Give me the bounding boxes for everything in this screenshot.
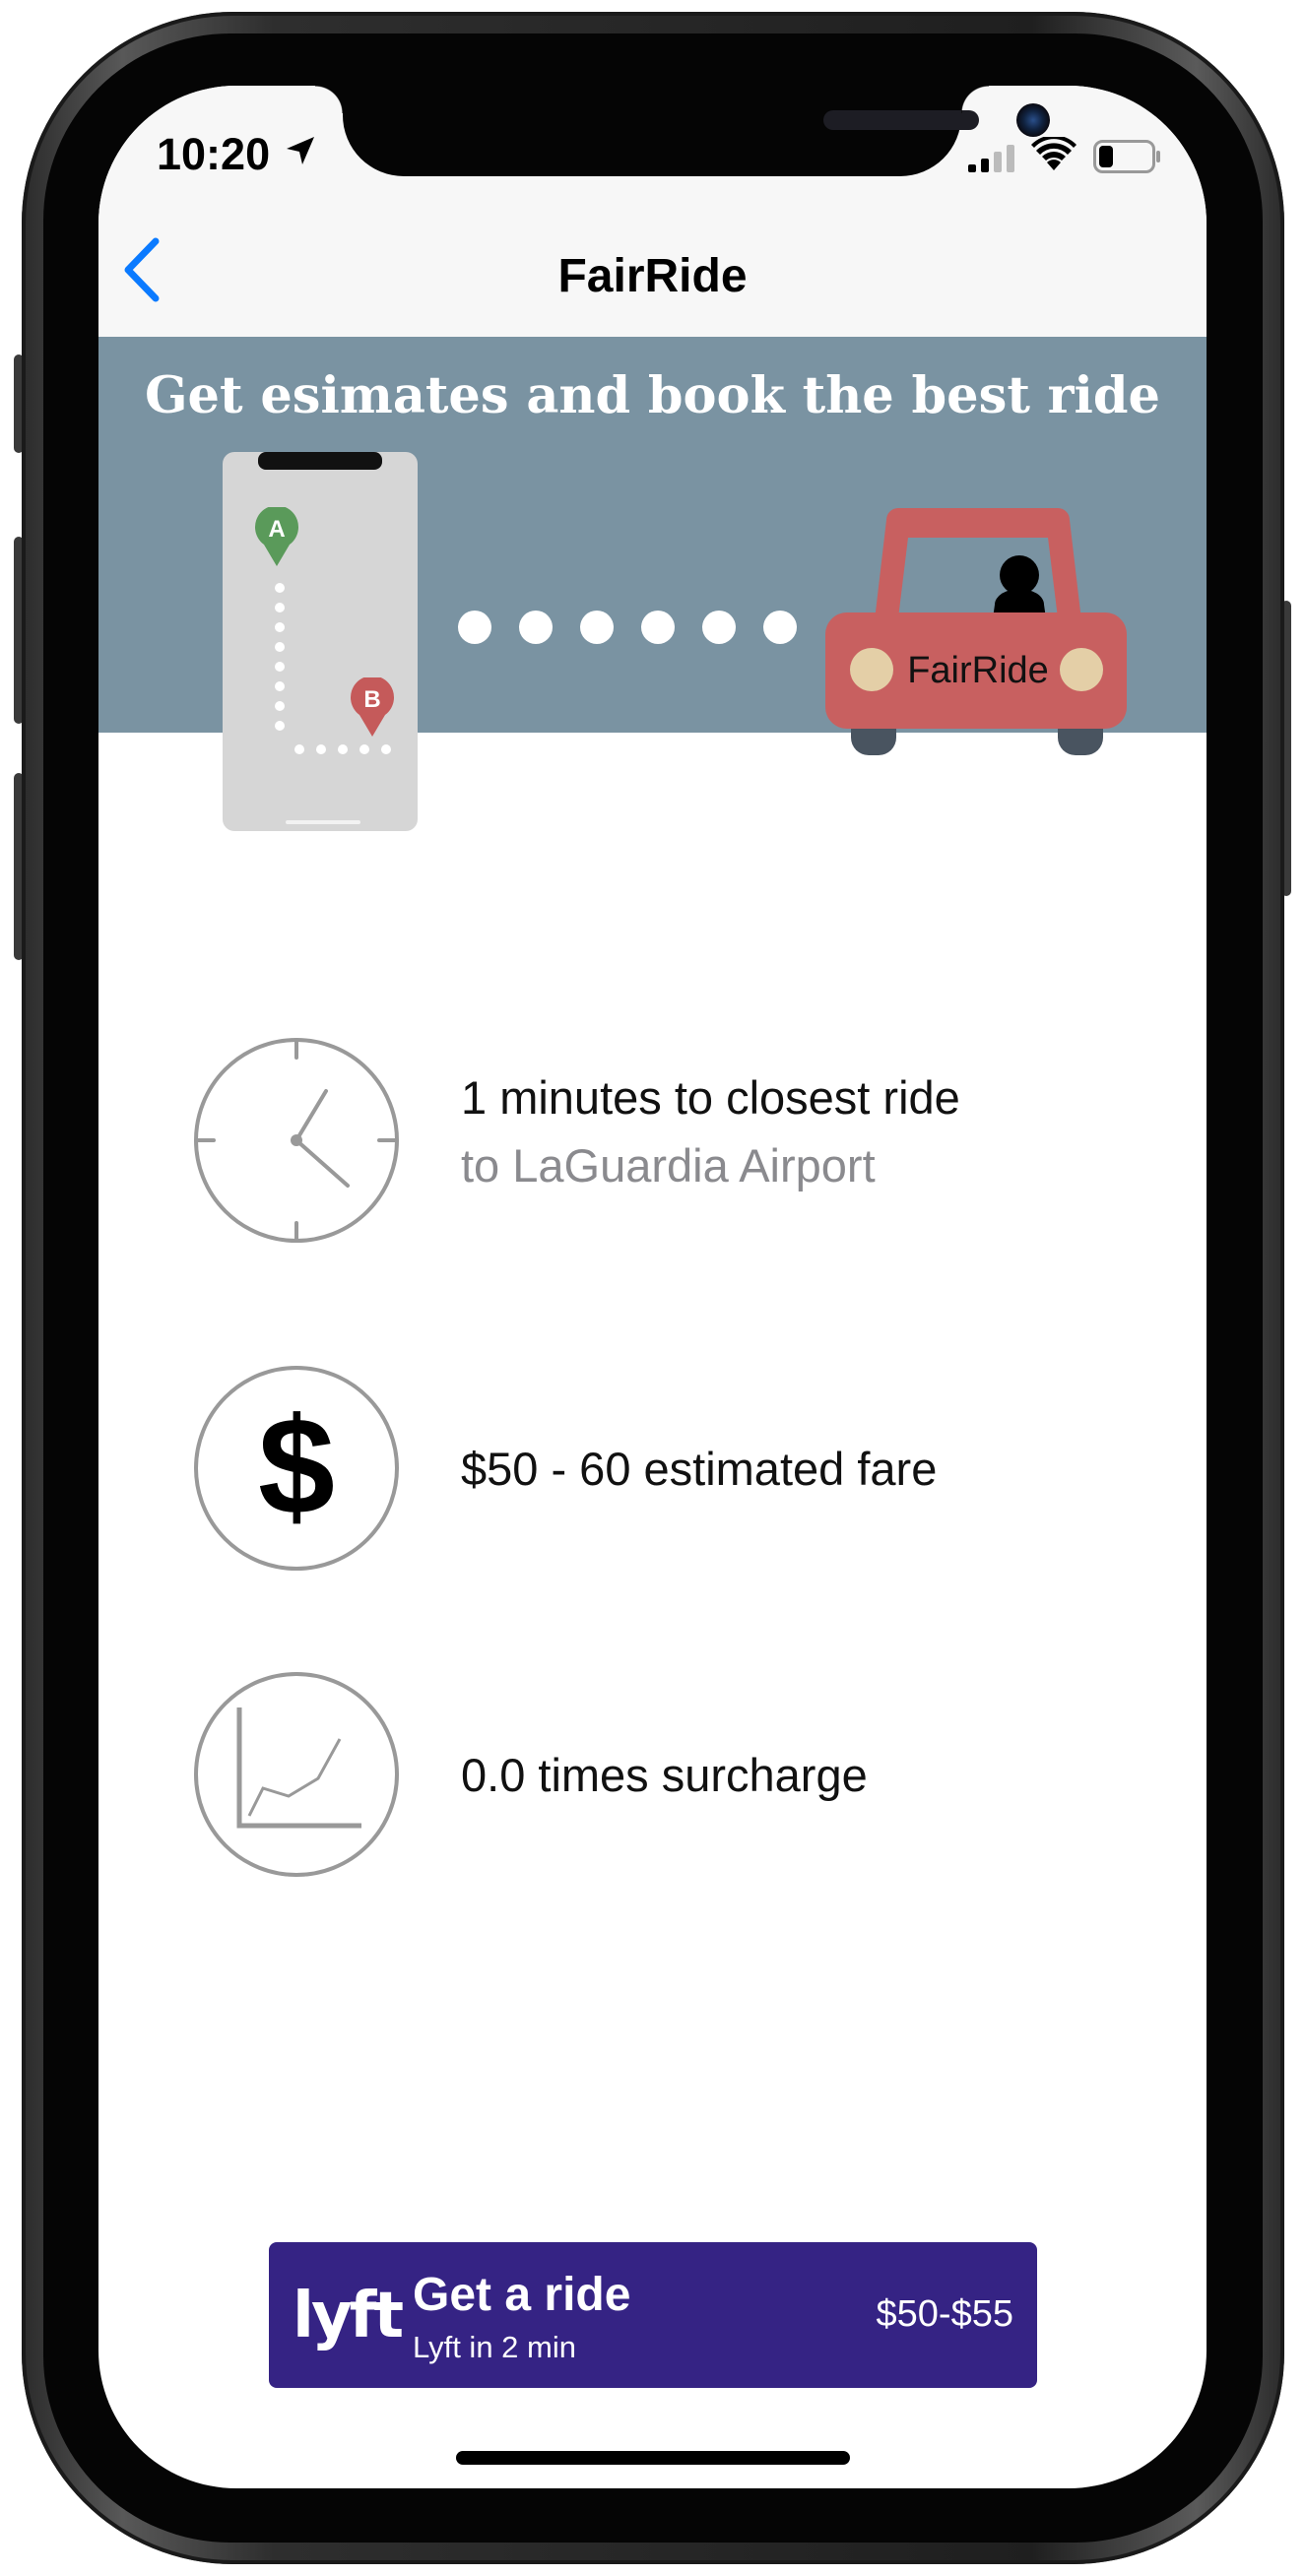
trend-chart-icon [194, 1672, 399, 1877]
home-indicator[interactable] [456, 2451, 850, 2465]
svg-text:$: $ [258, 1388, 335, 1543]
banner-title: Get esimates and book the best ride [145, 366, 1160, 425]
front-camera [1016, 103, 1050, 137]
location-arrow-icon [287, 137, 314, 164]
lyft-logo: lyft [293, 2280, 404, 2352]
battery-icon [1093, 140, 1160, 173]
earpiece-speaker [823, 110, 979, 130]
notch [315, 86, 1050, 176]
route-phone-illustration [223, 452, 418, 831]
car-label: FairRide [907, 650, 1049, 691]
pin-a-label: A [268, 516, 286, 543]
destination-text: to LaGuardia Airport [461, 1139, 876, 1191]
car-icon [825, 508, 1127, 755]
route-dots [458, 611, 797, 644]
closest-ride-text: 1 minutes to closest ride [461, 1071, 960, 1124]
fare-estimate-text: $50 - 60 estimated fare [461, 1443, 938, 1495]
page-title: FairRide [557, 250, 748, 302]
wifi-icon [1031, 137, 1077, 170]
cellular-signal-icon [968, 145, 1014, 172]
navigation-bar: FairRide [98, 204, 1207, 337]
lyft-get-ride-button[interactable]: lyft Get a ride Lyft in 2 min $50-$55 [269, 2242, 1037, 2388]
pin-b-label: B [363, 686, 381, 713]
hero-banner: Get esimates and book the best ride A B [98, 337, 1207, 831]
lyft-price: $50-$55 [876, 2293, 1013, 2335]
status-time: 10:20 [157, 129, 271, 179]
screen: 10:20 FairRide Get esimates and book the… [98, 86, 1207, 2488]
lyft-button-title: Get a ride [413, 2269, 631, 2321]
lyft-button-subtitle: Lyft in 2 min [413, 2330, 576, 2364]
clock-icon [194, 1038, 399, 1243]
dollar-icon: $ [194, 1366, 399, 1571]
surcharge-text: 0.0 times surcharge [461, 1749, 868, 1801]
